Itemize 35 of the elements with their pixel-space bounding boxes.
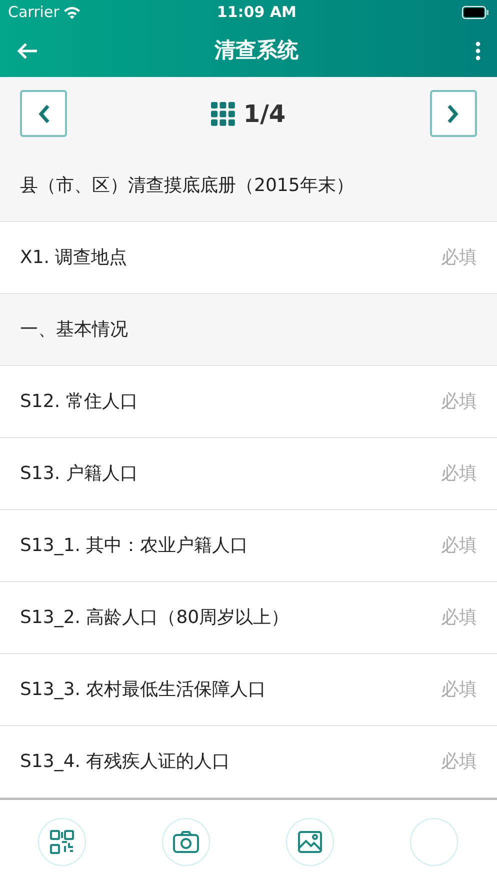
more-menu-icon[interactable] xyxy=(475,41,481,61)
image-button[interactable] xyxy=(286,818,334,866)
camera-button[interactable] xyxy=(162,818,210,866)
required-hint[interactable]: 必填 xyxy=(441,460,477,487)
carrier-label: Carrier xyxy=(8,2,60,24)
page-title: 清查系统 xyxy=(214,37,298,64)
field-label: S13_2. 高龄人口（80周岁以上） xyxy=(20,606,290,630)
field-label: S13_3. 农村最低生活保障人口 xyxy=(20,678,266,702)
wifi-icon xyxy=(63,6,82,19)
required-hint[interactable]: 必填 xyxy=(441,244,477,271)
image-icon xyxy=(297,828,323,854)
chevron-right-icon xyxy=(446,102,460,124)
page-indicator: 1/4 xyxy=(243,98,286,130)
field-label: S13_4. 有残疾人证的人口 xyxy=(20,750,230,774)
field-label: S13. 户籍人口 xyxy=(20,462,138,486)
back-arrow-icon[interactable] xyxy=(16,42,38,60)
field-label: S12. 常住人口 xyxy=(20,390,138,414)
previous-page-button[interactable] xyxy=(20,90,67,137)
chevron-left-icon xyxy=(36,102,50,124)
grid-icon[interactable] xyxy=(211,102,236,126)
field-label: S13_1. 其中：农业户籍人口 xyxy=(20,534,248,558)
status-time: 11:09 AM xyxy=(216,2,296,24)
field-label: X1. 调查地点 xyxy=(20,246,128,270)
required-hint[interactable]: 必填 xyxy=(441,748,477,775)
battery-icon xyxy=(462,6,489,19)
section-header: 一、基本情况 xyxy=(20,318,128,342)
required-hint[interactable]: 必填 xyxy=(441,676,477,703)
qr-code-icon xyxy=(49,828,75,854)
required-hint[interactable]: 必填 xyxy=(441,388,477,415)
section-header: 县（市、区）清查摸底底册（2015年末） xyxy=(20,174,354,198)
required-hint[interactable]: 必填 xyxy=(441,532,477,559)
next-page-button[interactable] xyxy=(430,90,477,137)
camera-icon xyxy=(173,828,199,854)
qr-code-button[interactable] xyxy=(38,818,86,866)
required-hint[interactable]: 必填 xyxy=(441,604,477,631)
